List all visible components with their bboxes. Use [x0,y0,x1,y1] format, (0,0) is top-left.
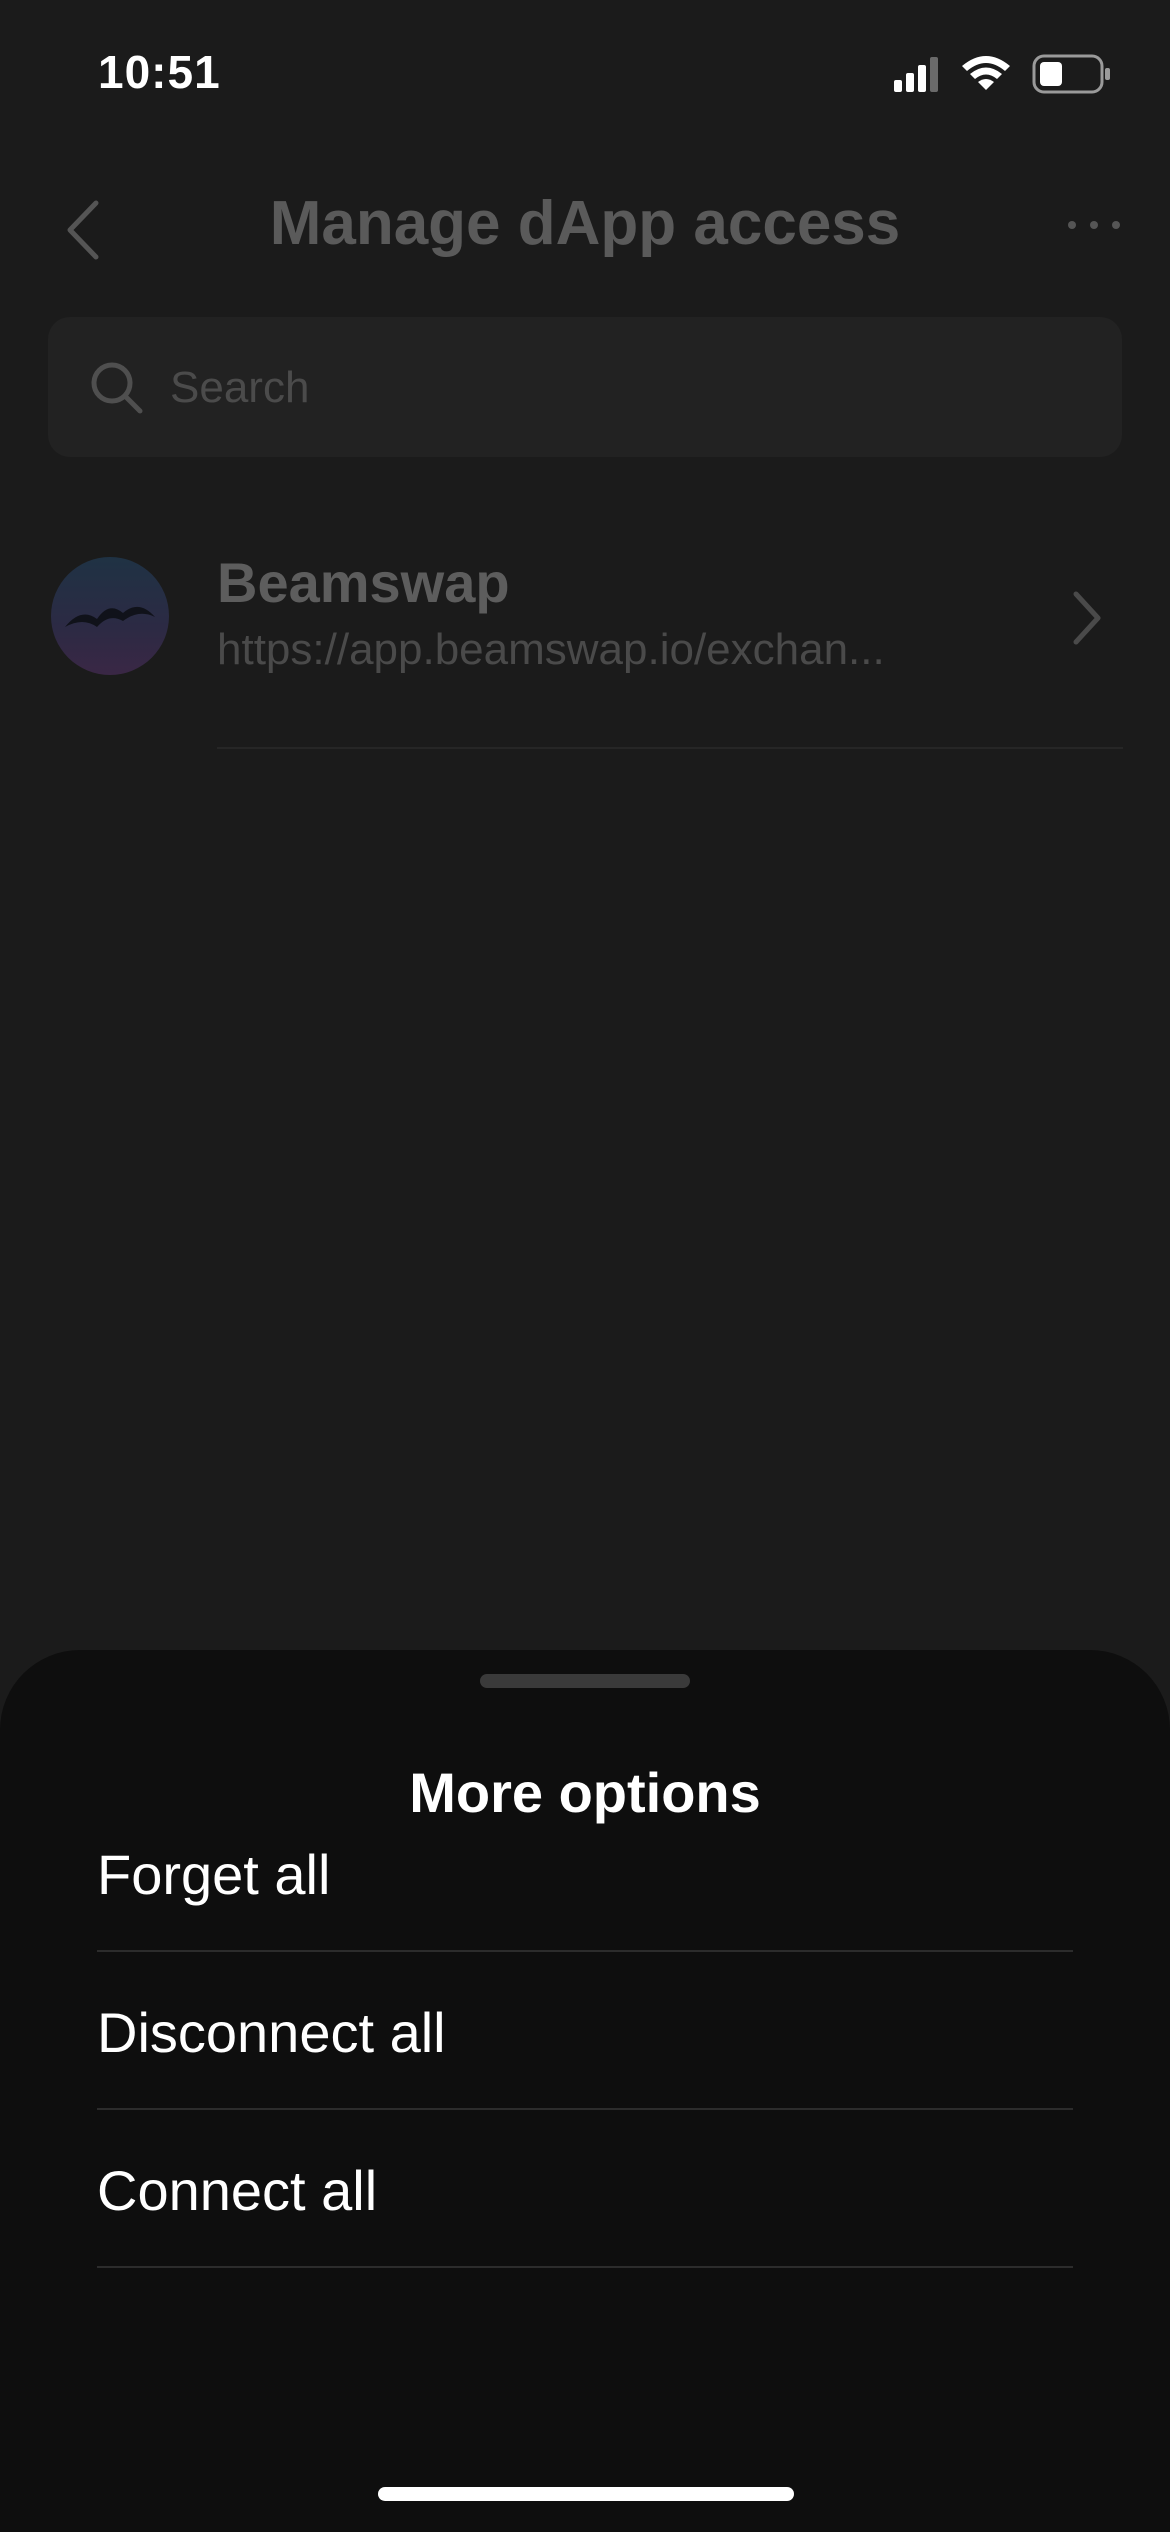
disconnect-all-button[interactable]: Disconnect all [97,1950,1073,2110]
option-label: Connect all [97,2159,378,2222]
search-bar[interactable] [48,317,1122,457]
status-icons [894,54,1110,94]
dapp-name: Beamswap [217,551,510,614]
more-options-button[interactable] [1066,210,1122,240]
back-button[interactable] [58,195,108,265]
dapp-list-item[interactable]: Beamswap https://app.beamswap.io/exchan.… [0,540,1170,750]
sheet-drag-handle[interactable] [480,1674,690,1688]
divider [217,747,1123,749]
page-title: Manage dApp access [269,189,901,258]
home-indicator[interactable] [378,2487,794,2501]
connect-all-button[interactable]: Connect all [97,2108,1073,2268]
option-label: Disconnect all [97,2001,446,2064]
status-bar: 10:51 [0,0,1170,150]
signal-icon [894,57,938,92]
battery-icon [1032,54,1110,94]
status-time: 10:51 [98,46,221,98]
search-icon [91,362,143,414]
wifi-icon [962,56,1010,90]
manage-dapp-screen: Manage dApp access Beamswap https://app.… [0,150,1170,1650]
beamswap-logo [51,557,169,675]
search-input[interactable] [168,347,1072,429]
dapp-url: https://app.beamswap.io/exchan... [217,625,885,674]
option-label: Forget all [97,1843,331,1906]
chevron-right-icon [1073,591,1101,645]
forget-all-button[interactable]: Forget all [97,1792,1073,1952]
more-options-sheet: More options Forget all Disconnect all C… [0,1650,1170,2532]
